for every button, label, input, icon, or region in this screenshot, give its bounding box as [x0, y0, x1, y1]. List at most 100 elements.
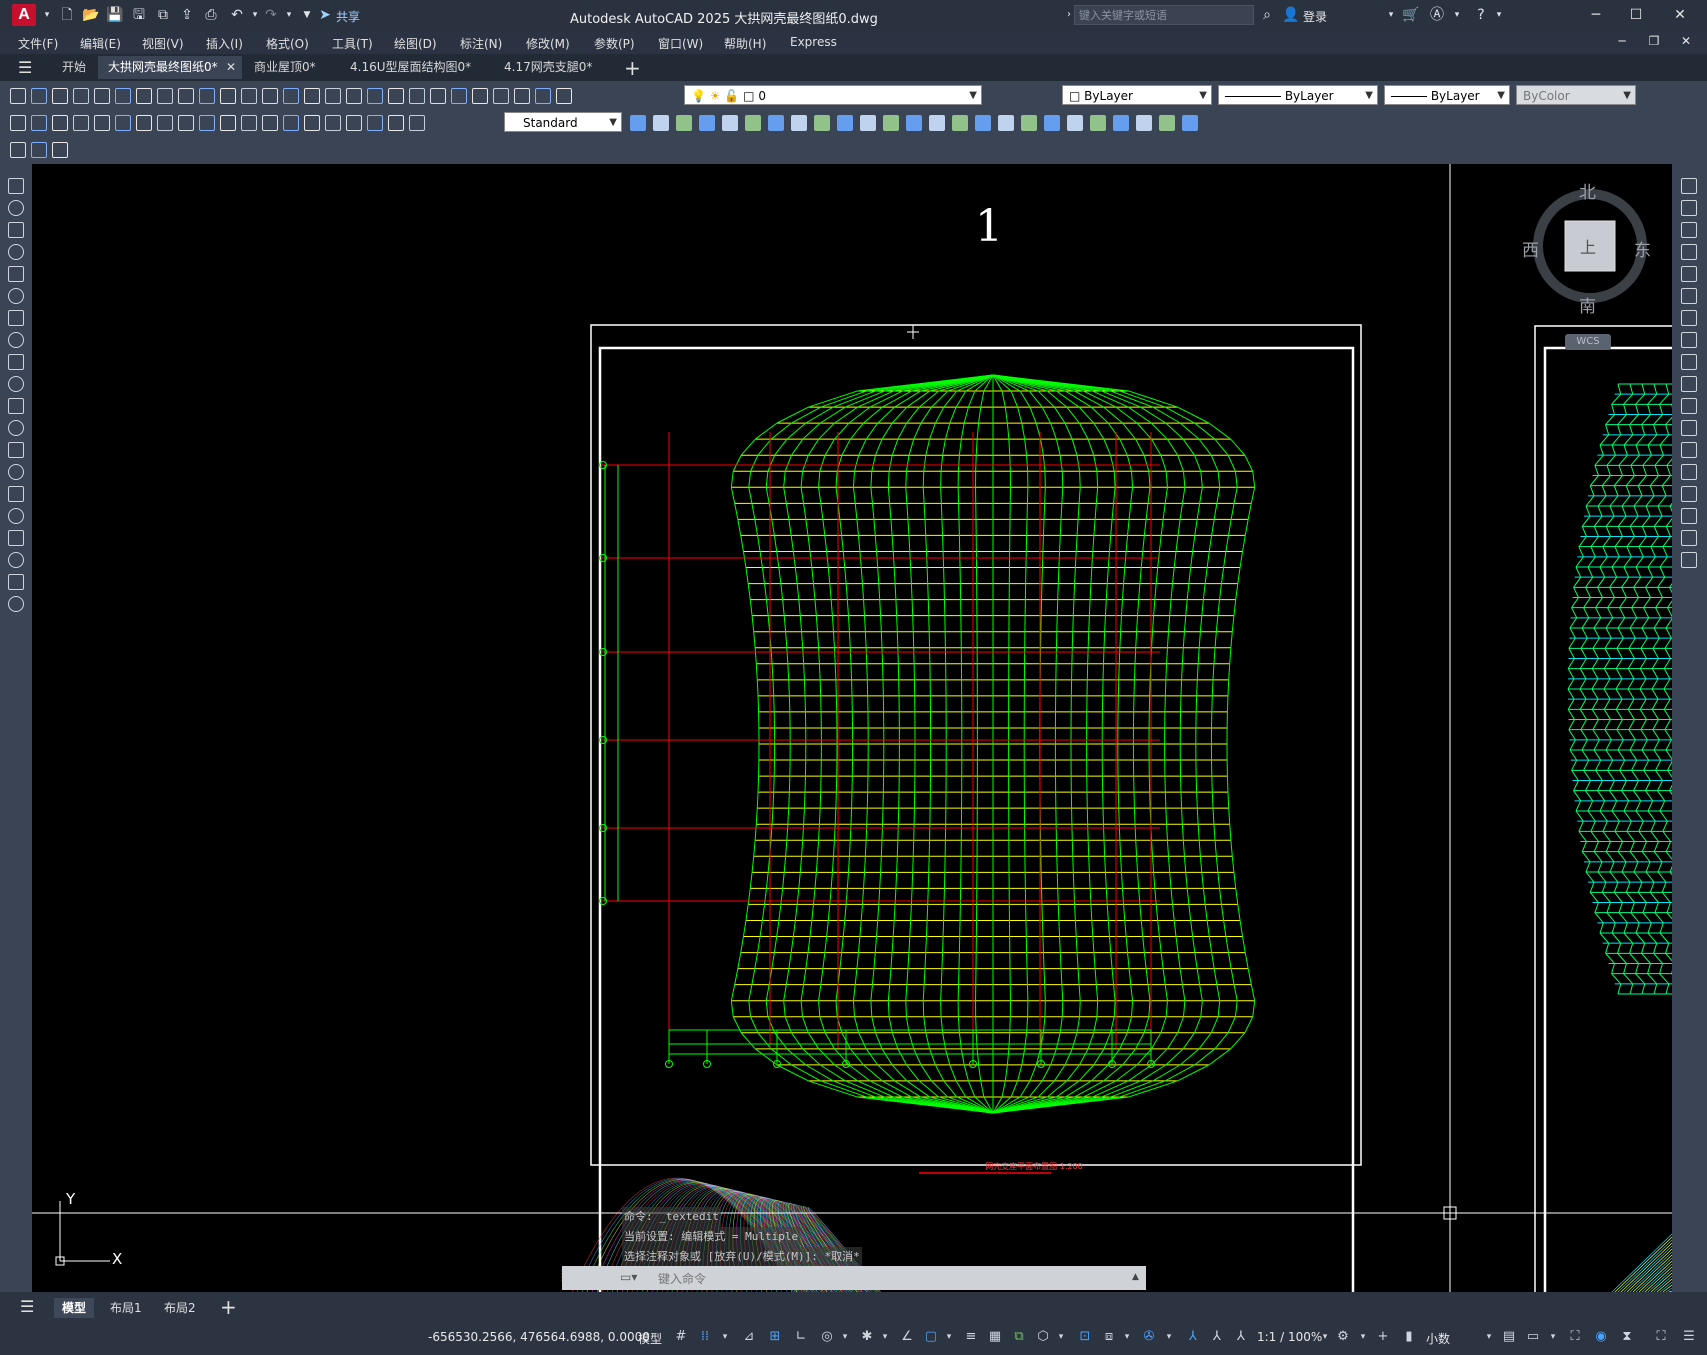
cylinder-icon[interactable] [676, 115, 692, 131]
torus-icon[interactable] [745, 115, 761, 131]
model-space-canvas[interactable]: 1 网壳支座平面布置图 1:200 Y X [32, 164, 1672, 1292]
zoom-previous-icon[interactable] [367, 88, 383, 104]
join-icon[interactable] [1681, 464, 1697, 480]
coordinate-readout[interactable]: -656530.2566, 476564.6988, 0.0000 [428, 1330, 650, 1344]
polygon-icon[interactable] [8, 244, 24, 260]
copy-icon[interactable] [1681, 200, 1697, 216]
isolate-objects-icon[interactable]: ⛶ [1566, 1328, 1584, 1346]
autocad-logo-icon[interactable]: A [12, 4, 36, 26]
redo-icon[interactable] [283, 88, 299, 104]
refine-icon[interactable] [1136, 115, 1152, 131]
model-space-toggle[interactable]: 模型 [638, 1330, 662, 1347]
zoom-realtime-icon[interactable] [325, 88, 341, 104]
block-editor-icon[interactable] [241, 88, 257, 104]
menu-insert[interactable]: 插入(I) [206, 35, 243, 52]
viewcube-south[interactable]: 南 [1579, 292, 1596, 317]
region-icon[interactable] [8, 530, 24, 546]
revolve-icon[interactable] [791, 115, 807, 131]
layout-tab-model[interactable]: 模型 [54, 1298, 95, 1318]
maximize-window-icon[interactable]: ☐ [1626, 6, 1646, 24]
mirror-icon[interactable] [1681, 222, 1697, 238]
annotation-monitor-icon[interactable]: + [1374, 1328, 1392, 1346]
center-mark-icon[interactable] [304, 115, 320, 131]
isodraft-dropdown-icon[interactable]: ▾ [876, 1328, 894, 1346]
text-edit-icon[interactable] [10, 142, 26, 158]
3d-align-icon[interactable] [1044, 115, 1060, 131]
dim-edit-icon[interactable] [367, 115, 383, 131]
space-icon[interactable] [241, 115, 257, 131]
baseline-icon[interactable] [199, 115, 215, 131]
open-from-web-icon[interactable]: ⧉ [154, 6, 172, 24]
login-button[interactable]: 登录 [1303, 8, 1327, 25]
polar-tracking-icon[interactable]: ◎ [818, 1328, 836, 1346]
convert-icon[interactable] [1182, 115, 1198, 131]
minimize-window-icon[interactable]: ─ [1586, 6, 1606, 24]
doc-close-icon[interactable]: ✕ [1676, 32, 1696, 50]
paste-icon[interactable] [199, 88, 215, 104]
zoom-window-icon[interactable] [346, 88, 362, 104]
menu-format[interactable]: 格式(O) [266, 35, 309, 52]
viewcube-west[interactable]: 西 [1522, 236, 1539, 261]
dynamic-input-icon[interactable]: ⊞ [766, 1328, 784, 1346]
stretch-icon[interactable] [1681, 354, 1697, 370]
revision-cloud-icon[interactable] [8, 332, 24, 348]
blend-curves-icon[interactable] [1681, 530, 1697, 546]
copy-icon[interactable] [178, 88, 194, 104]
multiline-text-icon[interactable] [8, 574, 24, 590]
design-center-icon[interactable] [409, 88, 425, 104]
quick-dim-icon[interactable] [178, 115, 194, 131]
help-dropdown-icon[interactable]: ▾ [1490, 6, 1508, 24]
lineweight-dropdown[interactable]: ByLayer ▼ [1384, 85, 1510, 105]
erase-icon[interactable] [1681, 178, 1697, 194]
radius-icon[interactable] [94, 115, 110, 131]
linear-dim-icon[interactable] [10, 115, 26, 131]
gradient-icon[interactable] [8, 508, 24, 524]
3d-move-icon[interactable] [998, 115, 1014, 131]
wedge-icon[interactable] [722, 115, 738, 131]
plot-icon[interactable]: ⎙ [202, 6, 220, 24]
arc-length-icon[interactable] [52, 115, 68, 131]
sheet-set-icon[interactable] [451, 88, 467, 104]
subtract-icon[interactable] [837, 115, 853, 131]
arc-icon[interactable] [8, 288, 24, 304]
ordinate-icon[interactable] [73, 115, 89, 131]
attribute-edit-icon[interactable] [31, 142, 47, 158]
units-value[interactable]: 小数 [1426, 1330, 1450, 1347]
viewcube-north[interactable]: 北 [1579, 178, 1596, 203]
share-button[interactable]: 共享 [336, 8, 360, 25]
pan-icon[interactable] [304, 88, 320, 104]
box-icon[interactable] [630, 115, 646, 131]
fullscreen-icon[interactable]: ⛶ [1652, 1328, 1670, 1346]
diameter-icon[interactable] [136, 115, 152, 131]
selection-cycling-icon[interactable]: ⧉ [1010, 1328, 1028, 1346]
interfere-icon[interactable] [906, 115, 922, 131]
menu-view[interactable]: 视图(V) [142, 35, 184, 52]
scale-icon[interactable] [1681, 332, 1697, 348]
ortho-mode-icon[interactable]: ∟ [792, 1328, 810, 1346]
recent-commands-icon[interactable]: ▲ [1132, 1272, 1139, 1282]
annotation-scale-value[interactable]: 1:1 / 100% [1257, 1330, 1322, 1344]
menu-draw[interactable]: 绘图(D) [394, 35, 437, 52]
app-menu-chevron-icon[interactable]: ▾ [38, 6, 56, 24]
menu-window[interactable]: 窗口(W) [658, 35, 703, 52]
ellipse-icon[interactable] [8, 376, 24, 392]
cut-icon[interactable] [157, 88, 173, 104]
publish-icon[interactable] [115, 88, 131, 104]
fillet-icon[interactable] [1681, 508, 1697, 524]
layout-tab-layout2[interactable]: 布局2 [156, 1298, 204, 1318]
viewcube-east[interactable]: 东 [1634, 236, 1651, 261]
mesh-icon[interactable] [1090, 115, 1106, 131]
snap-mode-icon[interactable]: ⁞⁞ [696, 1328, 714, 1346]
quickcalc-icon[interactable] [493, 88, 509, 104]
break-at-point-icon[interactable] [1681, 420, 1697, 436]
workspace-dropdown-icon[interactable]: ▾ [1354, 1328, 1372, 1346]
color-dropdown[interactable]: □ ByLayer ▼ [1062, 85, 1212, 105]
help-icon[interactable] [514, 88, 530, 104]
snap-dropdown-icon[interactable]: ▾ [716, 1328, 734, 1346]
annotation-scale-icon[interactable]: ⅄ [1232, 1328, 1250, 1346]
hatch-icon[interactable] [8, 486, 24, 502]
save-icon[interactable]: 💾 [106, 6, 124, 24]
continue-icon[interactable] [220, 115, 236, 131]
3d-osnap-dropdown-icon[interactable]: ▾ [1052, 1328, 1070, 1346]
menu-edit[interactable]: 编辑(E) [80, 35, 121, 52]
